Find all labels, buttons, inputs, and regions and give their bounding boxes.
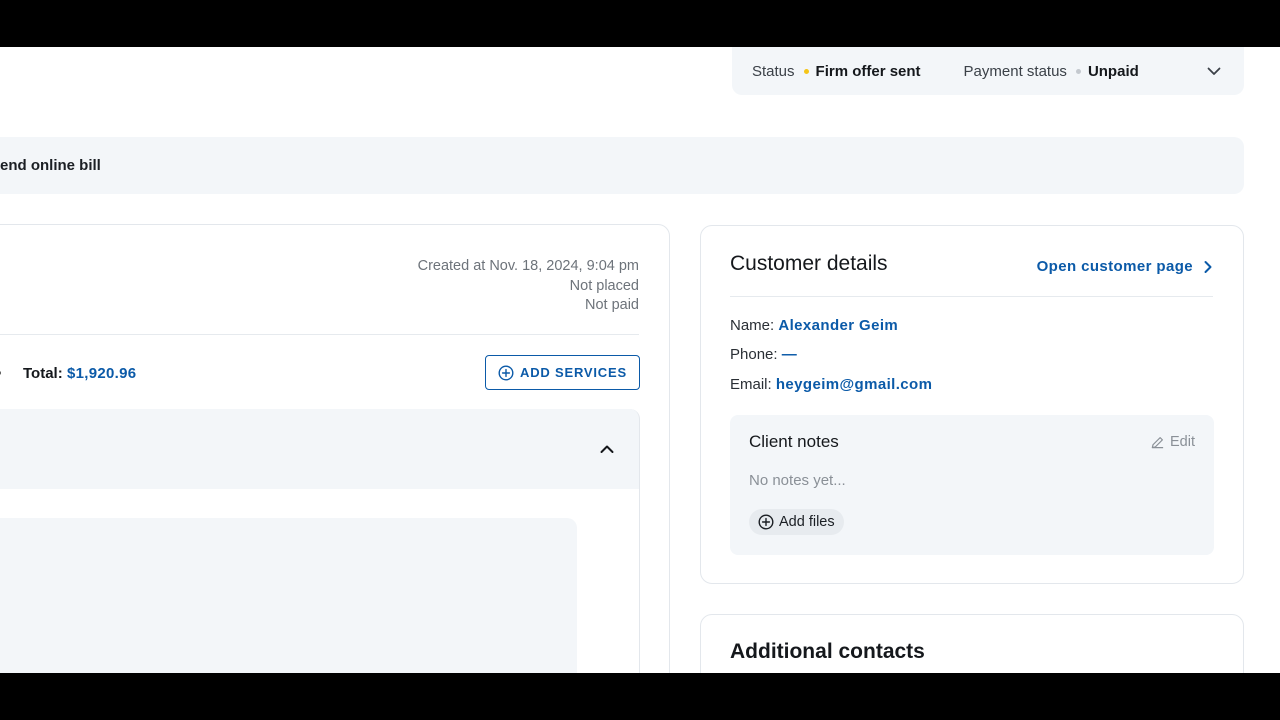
divider bbox=[0, 334, 639, 335]
client-notes-title: Client notes bbox=[749, 432, 839, 451]
name-label: Name: bbox=[730, 317, 775, 334]
service-item-placeholder bbox=[0, 518, 577, 673]
plus-circle-icon bbox=[498, 364, 514, 381]
phone-label: Phone: bbox=[730, 346, 778, 363]
created-at: Created at Nov. 18, 2024, 9:04 pm bbox=[417, 258, 639, 274]
chevron-down-icon bbox=[1207, 67, 1221, 75]
placement-status: Not placed bbox=[569, 277, 639, 294]
chevron-up-icon bbox=[600, 445, 614, 453]
plus-circle-icon bbox=[758, 514, 774, 530]
order-panel: Created at Nov. 18, 2024, 9:04 pm Not pl… bbox=[0, 224, 670, 673]
additional-contacts-title: Additional contacts bbox=[730, 640, 925, 663]
payment-status: Payment status Unpaid bbox=[964, 63, 1139, 80]
customer-details-title: Customer details bbox=[730, 252, 888, 275]
total-value: $1,920.96 bbox=[67, 364, 137, 382]
customer-phone-value[interactable]: — bbox=[782, 346, 797, 363]
total-row: Total: $1,920.96 ADD SERVICES bbox=[0, 355, 641, 391]
status-value: Firm offer sent bbox=[815, 62, 921, 80]
email-label: Email: bbox=[730, 376, 772, 393]
chevron-right-icon bbox=[1204, 260, 1212, 273]
page-viewport: Status Firm offer sent Payment status Un… bbox=[0, 47, 1280, 673]
status-label: Status bbox=[752, 62, 795, 80]
notes-empty-text: No notes yet... bbox=[749, 472, 846, 489]
customer-name-link[interactable]: Alexander Geim bbox=[778, 317, 898, 334]
payment-status-dot bbox=[1075, 68, 1081, 74]
payment-status-label: Payment status bbox=[963, 62, 1067, 80]
status-bar: Status Firm offer sent Payment status Un… bbox=[732, 47, 1244, 95]
separator-dot bbox=[0, 371, 1, 375]
services-section-body bbox=[0, 489, 640, 673]
order-status: Status Firm offer sent bbox=[752, 63, 921, 80]
add-files-label: Add files bbox=[779, 514, 835, 530]
client-notes-box: Client notes Edit No notes yet... Add fi… bbox=[730, 415, 1214, 555]
additional-contacts-card: Additional contacts bbox=[700, 614, 1244, 673]
open-customer-page-link[interactable]: Open customer page bbox=[1037, 258, 1213, 275]
paid-status: Not paid bbox=[584, 297, 639, 313]
services-section-header bbox=[0, 409, 640, 489]
customer-email-field: Email: heygeim@gmail.com bbox=[730, 376, 932, 393]
order-meta: Created at Nov. 18, 2024, 9:04 pm Not pl… bbox=[418, 257, 639, 316]
customer-email-link[interactable]: heygeim@gmail.com bbox=[776, 376, 932, 393]
divider bbox=[730, 296, 1213, 297]
add-files-button[interactable]: Add files bbox=[749, 509, 844, 535]
status-dot bbox=[803, 68, 809, 74]
payment-status-value: Unpaid bbox=[1087, 62, 1139, 80]
online-bill-banner: end online bill bbox=[0, 137, 1244, 194]
open-customer-page-label: Open customer page bbox=[1036, 258, 1193, 275]
banner-text[interactable]: end online bill bbox=[0, 157, 101, 174]
add-services-label: ADD SERVICES bbox=[520, 365, 627, 380]
customer-name-field: Name: Alexander Geim bbox=[730, 317, 898, 334]
collapse-section-button[interactable] bbox=[597, 439, 617, 459]
pencil-icon bbox=[1151, 436, 1164, 448]
edit-notes-button[interactable]: Edit bbox=[1150, 434, 1195, 450]
edit-notes-label: Edit bbox=[1170, 434, 1195, 450]
customer-phone-field: Phone: — bbox=[730, 346, 797, 363]
total-label: Total: bbox=[23, 364, 63, 382]
customer-details-card: Customer details Open customer page Name… bbox=[700, 225, 1244, 584]
status-expand-button[interactable] bbox=[1206, 62, 1224, 80]
add-services-button[interactable]: ADD SERVICES bbox=[485, 355, 640, 390]
